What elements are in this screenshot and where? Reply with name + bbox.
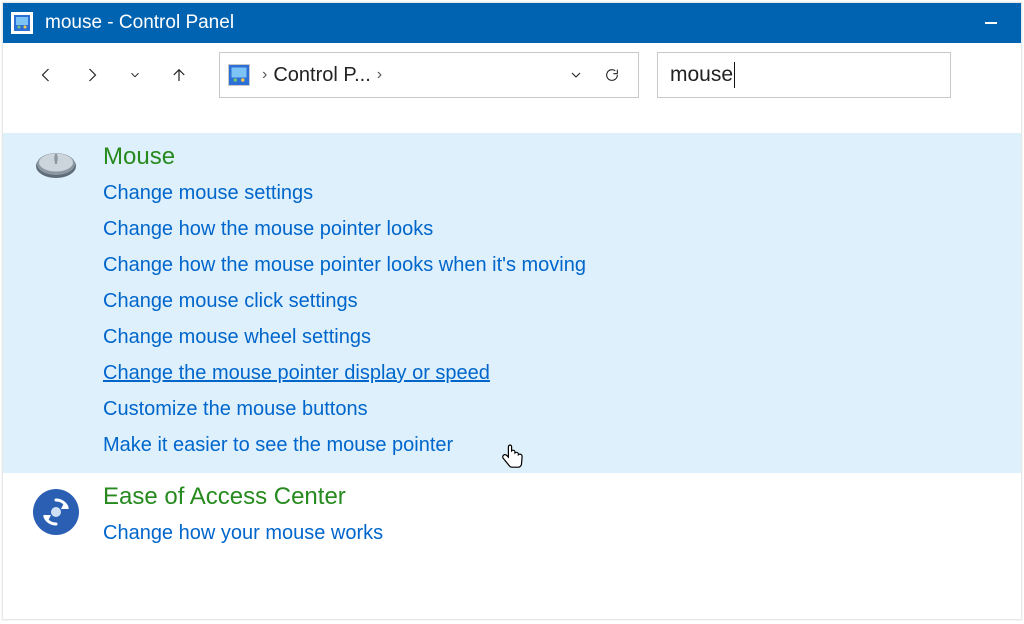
result-link[interactable]: Change mouse settings xyxy=(103,175,313,211)
result-link[interactable]: Change how the mouse pointer looks when … xyxy=(103,247,586,283)
forward-button[interactable] xyxy=(71,55,111,95)
control-panel-icon xyxy=(228,64,250,86)
window-title: mouse - Control Panel xyxy=(45,12,234,34)
group-title[interactable]: Ease of Access Center xyxy=(103,483,1003,511)
result-link[interactable]: Make it easier to see the mouse pointer xyxy=(103,427,453,463)
result-link[interactable]: Change the mouse pointer display or spee… xyxy=(103,355,490,391)
refresh-button[interactable] xyxy=(594,67,630,83)
ease-of-access-icon xyxy=(33,483,103,551)
recent-locations-button[interactable] xyxy=(115,55,155,95)
result-link[interactable]: Customize the mouse buttons xyxy=(103,391,368,427)
search-value: mouse xyxy=(670,63,733,87)
titlebar: mouse - Control Panel xyxy=(3,3,1021,43)
result-link[interactable]: Change how the mouse pointer looks xyxy=(103,211,433,247)
search-results: MouseChange mouse settingsChange how the… xyxy=(3,107,1021,619)
result-link[interactable]: Change mouse click settings xyxy=(103,283,358,319)
breadcrumb-item[interactable]: Control P... xyxy=(273,64,370,87)
chevron-right-icon: › xyxy=(371,66,388,84)
minimize-button[interactable] xyxy=(968,3,1013,43)
up-button[interactable] xyxy=(159,55,199,95)
group-title[interactable]: Mouse xyxy=(103,143,1003,171)
chevron-right-icon: › xyxy=(256,66,273,84)
control-panel-icon xyxy=(11,12,33,34)
toolbar: › Control P... › mouse xyxy=(3,43,1021,107)
window-controls xyxy=(968,3,1013,43)
result-link[interactable]: Change mouse wheel settings xyxy=(103,319,371,355)
text-caret xyxy=(734,62,735,88)
address-dropdown-button[interactable] xyxy=(558,67,594,83)
back-button[interactable] xyxy=(27,55,67,95)
mouse-icon xyxy=(33,143,103,463)
result-group-mouse: MouseChange mouse settingsChange how the… xyxy=(3,133,1021,473)
result-group-ease: Ease of Access Center Change how your mou… xyxy=(3,473,1021,561)
result-link[interactable]: Change how your mouse works xyxy=(103,515,383,551)
search-input[interactable]: mouse xyxy=(657,52,951,98)
address-bar[interactable]: › Control P... › xyxy=(219,52,639,98)
